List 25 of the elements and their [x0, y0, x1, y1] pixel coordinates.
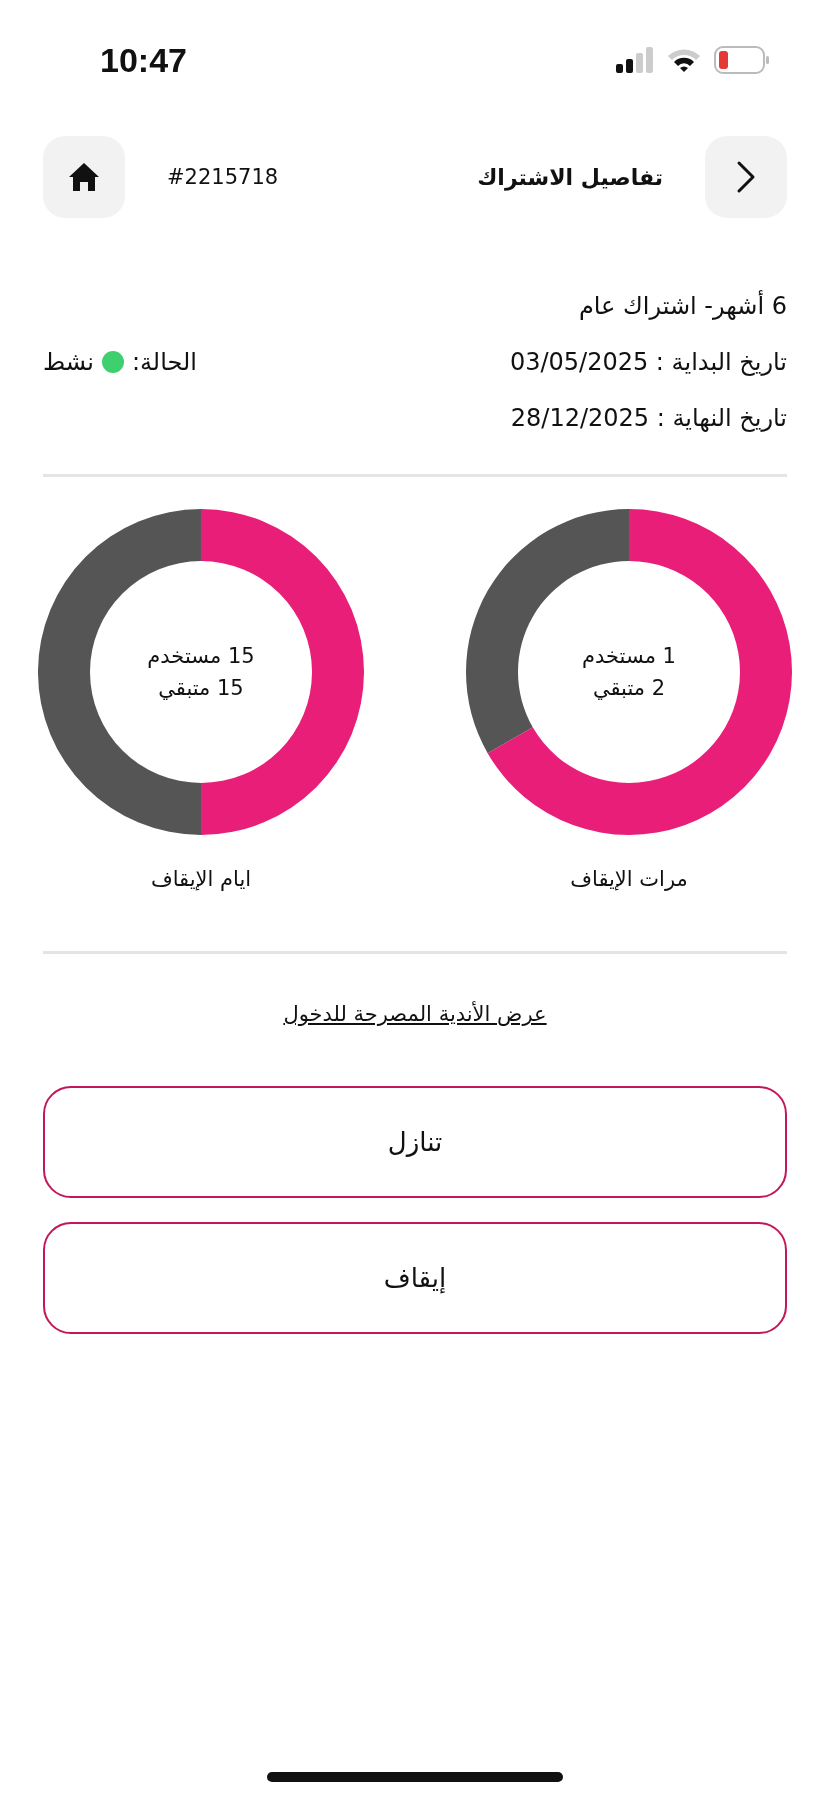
chart-title: مرات الإيقاف: [570, 867, 688, 891]
order-number: #2215718: [167, 165, 279, 189]
action-button[interactable]: إيقاف: [43, 1222, 787, 1334]
status-label: الحالة:: [131, 348, 197, 376]
battery-icon: [714, 46, 770, 74]
start-date: تاريخ البداية : 03/05/2025: [508, 348, 787, 376]
remaining-count: 2 متبقي: [592, 676, 666, 700]
remaining-count: 15 متبقي: [158, 676, 244, 700]
end-date: تاريخ النهاية : 28/12/2025: [509, 404, 787, 432]
wifi-icon: [666, 47, 702, 73]
status-time: 10:47: [100, 40, 187, 80]
chart-title: ايام الإيقاف: [150, 867, 252, 891]
back-button[interactable]: [705, 136, 787, 218]
plan-name: 6 أشهر- اشتراك عام: [577, 292, 787, 320]
signal-icon: [616, 47, 654, 73]
chevron-icon: [736, 160, 756, 194]
used-count: 15 مستخدم: [147, 644, 255, 668]
home-icon: [68, 162, 100, 192]
home-button[interactable]: [43, 136, 125, 218]
status-dot: [101, 351, 124, 373]
used-count: 1 مستخدم: [582, 644, 676, 668]
page-title: تفاصيل الاشتراك: [477, 164, 663, 190]
action-button[interactable]: تنازل: [43, 1086, 787, 1198]
allowed-clubs-link[interactable]: عرض الأندية المصرحة للدخول: [283, 1002, 547, 1026]
status-value: نشط: [43, 348, 94, 376]
